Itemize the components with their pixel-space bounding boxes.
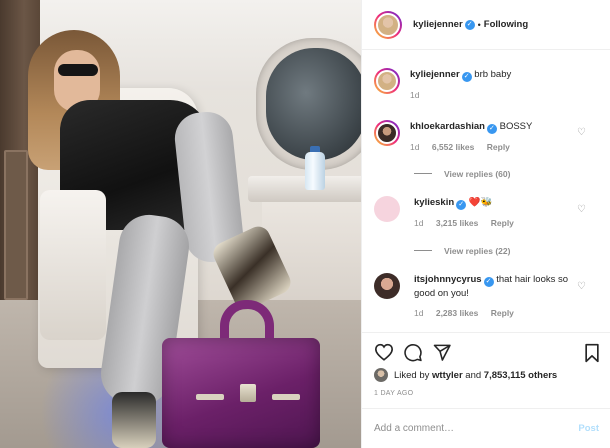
liked-by-text: Liked by wttyler and 7,853,115 others — [394, 370, 557, 381]
cabin-door — [4, 150, 28, 300]
bag-lock — [240, 384, 256, 402]
avatar[interactable] — [374, 273, 400, 299]
likes-count[interactable]: 7,853,115 others — [484, 370, 557, 381]
caption-username[interactable]: kyliejenner — [410, 69, 460, 80]
bag-strap — [196, 394, 224, 400]
separator-dot: • — [477, 19, 481, 30]
comment-meta: 1d 2,283 likes Reply — [414, 307, 586, 320]
comment-icon[interactable] — [403, 343, 423, 364]
avatar — [376, 122, 398, 144]
reply-button[interactable]: Reply — [491, 218, 514, 228]
following-button[interactable]: Following — [484, 19, 528, 30]
comment-row: khloekardashian ✓ BOSSY 1d 6,552 likes Re… — [374, 120, 582, 154]
comment-text: BOSSY — [499, 121, 533, 132]
comment-meta: 1d 3,215 likes Reply — [414, 217, 586, 230]
sunglasses — [58, 64, 98, 76]
caption-age[interactable]: 1d — [410, 90, 419, 100]
view-replies-button[interactable]: View replies (22) — [414, 246, 510, 256]
comment-input[interactable] — [374, 423, 579, 434]
bag-strap — [272, 394, 300, 400]
comment-meta: 1d 6,552 likes Reply — [410, 141, 582, 154]
instagram-post-modal: kyliejenner ✓ • Following kyliejenner ✓ b… — [0, 0, 610, 448]
comments-list[interactable]: kyliejenner ✓ brb baby 1d khloekardashian… — [362, 51, 610, 331]
water-bottle — [305, 152, 325, 190]
verified-icon: ✓ — [461, 72, 472, 82]
comment-age[interactable]: 1d — [414, 218, 423, 228]
story-ring[interactable] — [374, 10, 402, 39]
add-comment-bar: Post — [362, 408, 610, 448]
post-photo[interactable] — [0, 0, 361, 448]
author-username[interactable]: kyliejenner — [413, 19, 463, 30]
liked-by-connector: and — [465, 369, 482, 381]
liked-by: Liked by wttyler and 7,853,115 others — [374, 368, 557, 382]
post-button[interactable]: Post — [578, 423, 599, 434]
comment-age[interactable]: 1d — [414, 308, 423, 318]
view-replies-button[interactable]: View replies (60) — [414, 169, 510, 179]
liked-by-prefix: Liked by — [394, 369, 430, 381]
action-bar — [362, 332, 610, 372]
verified-icon: ✓ — [483, 277, 494, 287]
comment-likes[interactable]: 3,215 likes — [436, 218, 479, 228]
view-replies-label: View replies (60) — [444, 169, 511, 179]
comment-username[interactable]: kylieskin — [414, 197, 454, 208]
airplane-window — [266, 48, 361, 160]
comment-likes[interactable]: 6,552 likes — [432, 142, 475, 152]
post-side-panel: kyliejenner ✓ • Following kyliejenner ✓ b… — [361, 0, 610, 448]
comment-like-heart-icon[interactable]: ♡ — [577, 204, 586, 215]
story-ring[interactable] — [374, 68, 400, 94]
comment-username[interactable]: itsjohnnycyrus — [414, 274, 482, 285]
view-replies-label: View replies (22) — [444, 246, 511, 256]
share-icon[interactable] — [432, 343, 452, 364]
verified-icon: ✓ — [486, 124, 497, 134]
seat-armrest — [40, 190, 106, 340]
avatar — [376, 70, 398, 92]
comment-row: itsjohnnycyrus ✓ that hair looks so good … — [374, 273, 586, 320]
comment-like-heart-icon[interactable]: ♡ — [577, 127, 586, 138]
post-timestamp[interactable]: 1 DAY AGO — [374, 390, 413, 397]
liker-avatar[interactable] — [374, 368, 388, 382]
reply-button[interactable]: Reply — [487, 142, 510, 152]
replies-line — [414, 173, 432, 174]
caption-meta: 1d — [410, 89, 582, 102]
sneaker — [112, 392, 156, 448]
avatar[interactable] — [374, 196, 400, 222]
comment-likes[interactable]: 2,283 likes — [436, 308, 479, 318]
post-header: kyliejenner ✓ • Following — [362, 0, 610, 50]
replies-line — [414, 250, 432, 251]
liker-username[interactable]: wttyler — [432, 370, 463, 381]
story-ring[interactable] — [374, 120, 400, 146]
reply-button[interactable]: Reply — [491, 308, 514, 318]
caption-text: brb baby — [474, 69, 512, 80]
comment-row: kylieskin ✓ ❤️🐝 1d 3,215 likes Reply — [374, 196, 586, 230]
comment-body: khloekardashian ✓ BOSSY 1d 6,552 likes Re… — [410, 120, 582, 154]
verified-icon: ✓ — [456, 200, 467, 210]
comment-text: ❤️🐝 — [468, 197, 493, 208]
comment-username[interactable]: khloekardashian — [410, 121, 485, 132]
caption-body: kyliejenner ✓ brb baby 1d — [410, 68, 582, 102]
verified-icon: ✓ — [464, 19, 475, 30]
comment-like-heart-icon[interactable]: ♡ — [577, 281, 586, 292]
comment-age[interactable]: 1d — [410, 142, 419, 152]
heart-icon[interactable] — [374, 343, 394, 363]
comment-body: itsjohnnycyrus ✓ that hair looks so good … — [414, 273, 586, 320]
caption-row: kyliejenner ✓ brb baby 1d — [374, 68, 582, 102]
avatar — [376, 12, 400, 37]
comment-body: kylieskin ✓ ❤️🐝 1d 3,215 likes Reply — [414, 196, 586, 230]
bookmark-icon[interactable] — [583, 343, 601, 365]
